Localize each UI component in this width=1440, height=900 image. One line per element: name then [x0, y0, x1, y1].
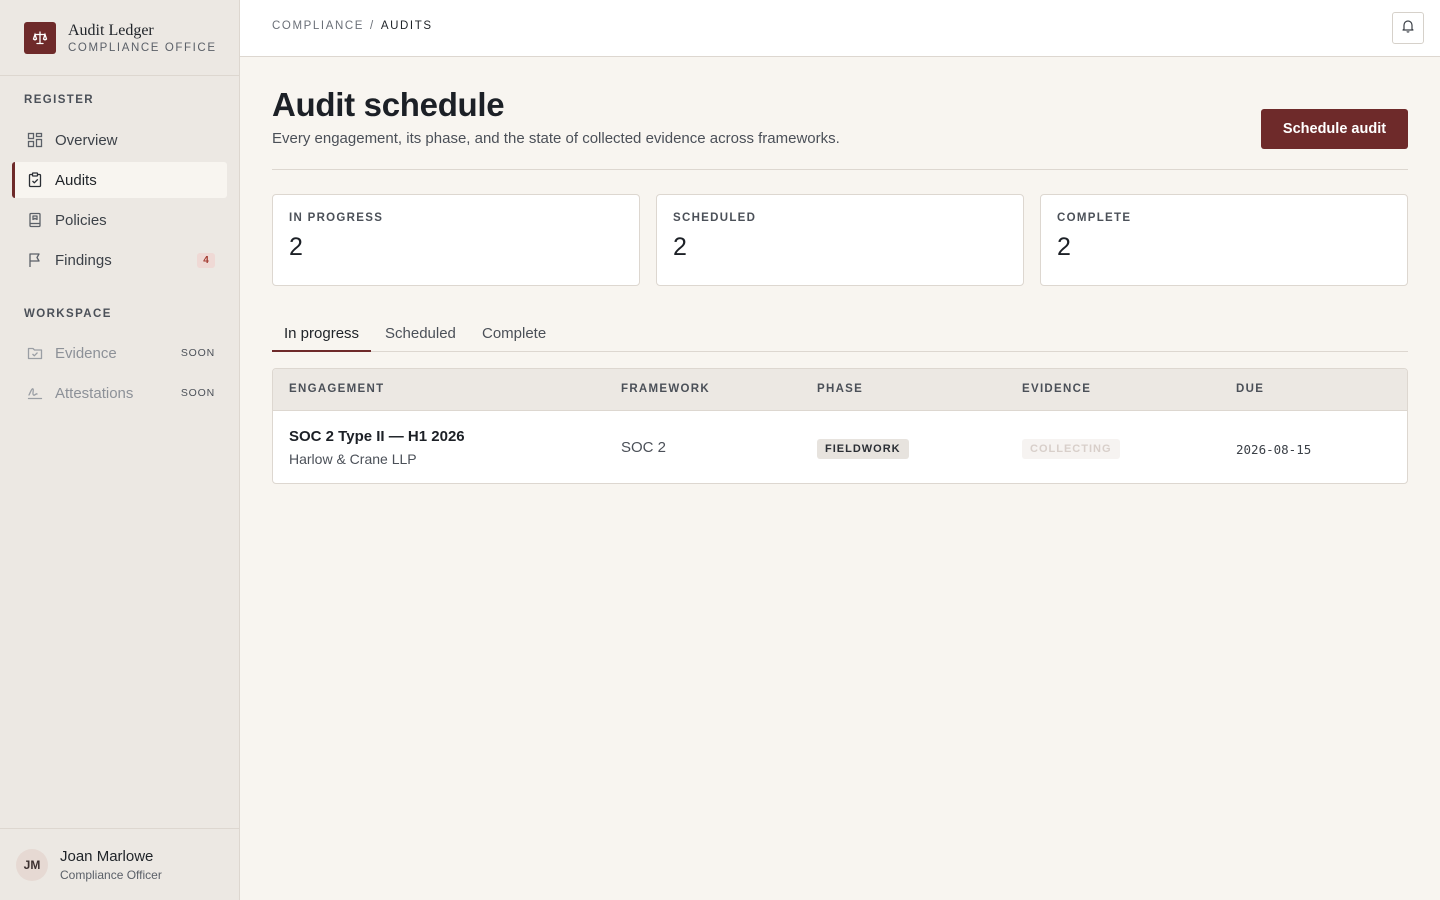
tab-complete[interactable]: Complete — [470, 318, 558, 352]
column-header-engagement[interactable]: ENGAGEMENT — [289, 383, 384, 395]
header-divider — [272, 169, 1408, 170]
evidence-cell: COLLECTING — [1022, 439, 1120, 459]
page-title: Audit schedule — [272, 86, 505, 123]
tab-bar: In progress Scheduled Complete — [272, 318, 1408, 352]
nav-section-register: REGISTER — [24, 94, 94, 106]
evidence-status-badge: COLLECTING — [1022, 439, 1120, 459]
column-header-due[interactable]: DUE — [1236, 383, 1264, 395]
breadcrumb-separator: / — [370, 20, 375, 32]
folder-check-icon — [26, 344, 44, 362]
schedule-audit-button[interactable]: Schedule audit — [1261, 109, 1408, 149]
signature-icon — [26, 384, 44, 402]
stat-label: SCHEDULED — [673, 212, 757, 224]
engagement-cell: SOC 2 Type II — H1 2026 Harlow & Crane L… — [289, 428, 465, 467]
soon-tag: SOON — [180, 347, 215, 359]
soon-tag: SOON — [180, 387, 215, 399]
user-name: Joan Marlowe — [60, 847, 154, 865]
tab-in-progress[interactable]: In progress — [272, 318, 372, 352]
sidebar-item-overview[interactable]: Overview — [12, 122, 227, 158]
grid-icon — [26, 131, 44, 149]
sidebar-item-policies[interactable]: Policies — [12, 202, 227, 238]
flag-icon — [26, 251, 44, 269]
findings-count-badge: 4 — [197, 253, 215, 268]
engagement-title[interactable]: SOC 2 Type II — H1 2026 — [289, 428, 465, 445]
table-header: ENGAGEMENT FRAMEWORK PHASE EVIDENCE DUE — [273, 369, 1407, 411]
brand-subtitle: COMPLIANCE OFFICE — [68, 41, 217, 54]
table-row[interactable]: SOC 2 Type II — H1 2026 Harlow & Crane L… — [273, 411, 1407, 483]
page-subtitle: Every engagement, its phase, and the sta… — [272, 130, 840, 147]
stat-value: 2 — [673, 233, 687, 261]
sidebar-item-label: Audits — [55, 171, 97, 189]
framework-cell: SOC 2 — [621, 439, 667, 456]
column-header-framework[interactable]: FRAMEWORK — [621, 383, 710, 395]
topbar: COMPLIANCE / AUDITS — [240, 0, 1440, 57]
sidebar-item-label: Overview — [55, 131, 118, 149]
nav-section-workspace: WORKSPACE — [24, 308, 112, 320]
sidebar-item-findings[interactable]: Findings 4 — [12, 242, 227, 278]
phase-cell: FIELDWORK — [817, 439, 909, 459]
stat-card-complete: COMPLETE 2 — [1040, 194, 1408, 286]
clipboard-check-icon — [26, 171, 44, 189]
column-header-phase[interactable]: PHASE — [817, 383, 863, 395]
scales-icon — [24, 21, 56, 54]
stat-value: 2 — [1057, 233, 1071, 261]
sidebar-item-audits[interactable]: Audits — [12, 162, 227, 198]
due-date-cell: 2026-08-15 — [1236, 442, 1312, 457]
stat-label: COMPLETE — [1057, 212, 1132, 224]
stat-label: IN PROGRESS — [289, 212, 384, 224]
user-profile[interactable]: JM Joan Marlowe Compliance Officer — [0, 828, 239, 900]
engagement-auditor: Harlow & Crane LLP — [289, 451, 417, 467]
breadcrumb-root[interactable]: COMPLIANCE — [272, 20, 364, 32]
book-icon — [26, 211, 44, 229]
bell-icon — [1401, 19, 1415, 38]
sidebar-item-attestations: Attestations SOON — [12, 375, 227, 411]
sidebar-item-label: Findings — [55, 251, 112, 269]
phase-badge: FIELDWORK — [817, 439, 909, 459]
stat-card-in-progress: IN PROGRESS 2 — [272, 194, 640, 286]
user-role: Compliance Officer — [60, 867, 162, 882]
tab-scheduled[interactable]: Scheduled — [373, 318, 468, 352]
sidebar-item-label: Attestations — [55, 384, 134, 402]
audits-table: ENGAGEMENT FRAMEWORK PHASE EVIDENCE DUE … — [272, 368, 1408, 484]
sidebar: Audit Ledger COMPLIANCE OFFICE REGISTER … — [0, 0, 240, 900]
avatar: JM — [16, 848, 48, 881]
notifications-button[interactable] — [1392, 12, 1424, 44]
column-header-evidence[interactable]: EVIDENCE — [1022, 383, 1091, 395]
brand-name: Audit Ledger — [68, 21, 154, 39]
sidebar-item-label: Policies — [55, 211, 107, 229]
sidebar-item-evidence: Evidence SOON — [12, 335, 227, 371]
sidebar-item-label: Evidence — [55, 344, 117, 362]
stat-card-scheduled: SCHEDULED 2 — [656, 194, 1024, 286]
brand[interactable]: Audit Ledger COMPLIANCE OFFICE — [0, 0, 239, 76]
stat-value: 2 — [289, 233, 303, 261]
breadcrumb: COMPLIANCE / AUDITS — [272, 20, 433, 32]
breadcrumb-current: AUDITS — [380, 20, 433, 32]
